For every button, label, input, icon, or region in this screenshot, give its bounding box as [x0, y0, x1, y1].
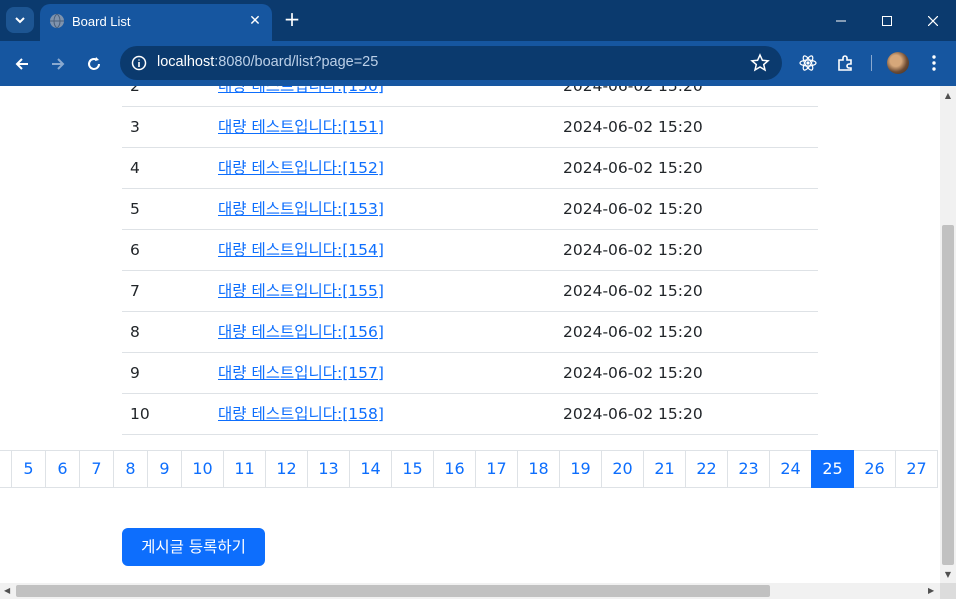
pagination: 4567891011121314151617181920212223242526… [0, 450, 938, 488]
table-row: 7 대량 테스트입니다:[155] 2024-06-02 15:20 [122, 271, 818, 312]
table-row: 3 대량 테스트입니다:[151] 2024-06-02 15:20 [122, 107, 818, 148]
extensions-icon[interactable] [835, 53, 855, 73]
page-link[interactable]: 17 [475, 450, 518, 488]
page-link[interactable]: 19 [559, 450, 602, 488]
tab-title: Board List [72, 14, 131, 29]
row-number: 2 [130, 86, 140, 95]
row-date: 2024-06-02 15:20 [563, 282, 703, 300]
table-row: 8 대량 테스트입니다:[156] 2024-06-02 15:20 [122, 312, 818, 353]
page-link[interactable]: 21 [643, 450, 686, 488]
row-date: 2024-06-02 15:20 [563, 159, 703, 177]
table-row: 5 대량 테스트입니다:[153] 2024-06-02 15:20 [122, 189, 818, 230]
site-info-icon[interactable] [128, 52, 150, 74]
row-date: 2024-06-02 15:20 [563, 323, 703, 341]
page-link[interactable]: 6 [45, 450, 80, 488]
row-number: 7 [130, 282, 140, 300]
globe-icon [50, 13, 64, 29]
row-title-link[interactable]: 대량 테스트입니다:[158] [218, 394, 384, 434]
page-link[interactable]: 14 [349, 450, 392, 488]
tab-search-button[interactable] [6, 7, 34, 33]
page-link[interactable]: 16 [433, 450, 476, 488]
page-link[interactable]: 15 [391, 450, 434, 488]
row-date: 2024-06-02 15:20 [563, 364, 703, 382]
row-number: 3 [130, 118, 140, 136]
tab-search-icon [15, 17, 25, 24]
url-host: localhost [157, 54, 215, 70]
row-date: 2024-06-02 15:20 [563, 405, 703, 423]
toolbar-divider [871, 55, 872, 71]
page-link[interactable]: 22 [685, 450, 728, 488]
row-date: 2024-06-02 15:20 [563, 86, 703, 95]
row-title-link[interactable]: 대량 테스트입니다:[156] [218, 312, 384, 352]
page-link[interactable]: 11 [223, 450, 266, 488]
row-date: 2024-06-02 15:20 [563, 200, 703, 218]
page-link[interactable]: 8 [113, 450, 148, 488]
table-row: 9 대량 테스트입니다:[157] 2024-06-02 15:20 [122, 353, 818, 394]
close-icon[interactable]: ✕ [246, 12, 264, 30]
reload-icon[interactable] [80, 50, 108, 78]
address-bar[interactable]: localhost:8080/board/list?page=25 [120, 46, 782, 80]
page-link[interactable]: 27 [895, 450, 938, 488]
maximize-icon[interactable] [864, 0, 910, 41]
forward-arrow-icon[interactable] [44, 50, 72, 78]
plus-icon[interactable]: + [281, 9, 303, 31]
profile-avatar[interactable] [887, 52, 909, 74]
window-close-icon[interactable] [910, 0, 956, 41]
row-date: 2024-06-02 15:20 [563, 118, 703, 136]
row-title-link[interactable]: 대량 테스트입니다:[150] [218, 86, 384, 106]
row-number: 6 [130, 241, 140, 259]
vertical-scrollbar[interactable]: ▲ ▼ [940, 86, 956, 583]
row-number: 9 [130, 364, 140, 382]
url-path: :8080/board/list?page=25 [214, 54, 379, 70]
row-title-link[interactable]: 대량 테스트입니다:[153] [218, 189, 384, 229]
page-link[interactable]: 12 [265, 450, 308, 488]
horizontal-scroll-thumb[interactable] [16, 585, 770, 597]
page-link[interactable]: 5 [11, 450, 46, 488]
horizontal-scrollbar[interactable]: ◀ ▶ [0, 583, 940, 599]
page-link[interactable]: 10 [181, 450, 224, 488]
page-link[interactable]: 23 [727, 450, 770, 488]
url-text[interactable]: localhost:8080/board/list?page=25 [157, 54, 378, 70]
row-title-link[interactable]: 대량 테스트입니다:[154] [218, 230, 384, 270]
vertical-scroll-thumb[interactable] [942, 225, 954, 565]
scrollbar-corner [940, 583, 956, 599]
browser-tab-strip: Board List ✕ + [0, 0, 956, 41]
register-post-button[interactable]: 게시글 등록하기 [122, 528, 265, 566]
row-title-link[interactable]: 대량 테스트입니다:[157] [218, 353, 384, 393]
page-link[interactable]: 26 [853, 450, 896, 488]
more-menu-icon[interactable] [924, 53, 944, 73]
row-number: 5 [130, 200, 140, 218]
scroll-up-arrow-icon[interactable]: ▲ [944, 92, 952, 100]
table-row: 2 대량 테스트입니다:[150] 2024-06-02 15:20 [122, 86, 818, 107]
board-table: 2 대량 테스트입니다:[150] 2024-06-02 15:20 3 대량 … [122, 86, 818, 435]
page-link[interactable]: 24 [769, 450, 812, 488]
back-arrow-icon[interactable] [8, 50, 36, 78]
active-tab[interactable]: Board List ✕ [40, 4, 272, 41]
scroll-left-arrow-icon[interactable]: ◀ [4, 587, 12, 595]
page-link-active[interactable]: 25 [811, 450, 854, 488]
scroll-right-arrow-icon[interactable]: ▶ [928, 587, 936, 595]
react-devtools-icon[interactable] [798, 53, 818, 73]
page-link[interactable]: 18 [517, 450, 560, 488]
table-row: 10 대량 테스트입니다:[158] 2024-06-02 15:20 [122, 394, 818, 435]
row-date: 2024-06-02 15:20 [563, 241, 703, 259]
page-viewport: 2 대량 테스트입니다:[150] 2024-06-02 15:20 3 대량 … [0, 86, 940, 583]
row-number: 8 [130, 323, 140, 341]
row-title-link[interactable]: 대량 테스트입니다:[152] [218, 148, 384, 188]
scroll-down-arrow-icon[interactable]: ▼ [944, 571, 952, 579]
page-link[interactable]: 9 [147, 450, 182, 488]
row-title-link[interactable]: 대량 테스트입니다:[155] [218, 271, 384, 311]
row-number: 10 [130, 405, 150, 423]
page-link[interactable]: 20 [601, 450, 644, 488]
page-link[interactable]: 13 [307, 450, 350, 488]
row-title-link[interactable]: 대량 테스트입니다:[151] [218, 107, 384, 147]
browser-toolbar: localhost:8080/board/list?page=25 [0, 41, 956, 86]
bookmark-star-icon[interactable] [750, 53, 770, 73]
page-link[interactable]: 7 [79, 450, 114, 488]
row-number: 4 [130, 159, 140, 177]
table-row: 6 대량 테스트입니다:[154] 2024-06-02 15:20 [122, 230, 818, 271]
table-row: 4 대량 테스트입니다:[152] 2024-06-02 15:20 [122, 148, 818, 189]
minimize-icon[interactable] [818, 0, 864, 41]
